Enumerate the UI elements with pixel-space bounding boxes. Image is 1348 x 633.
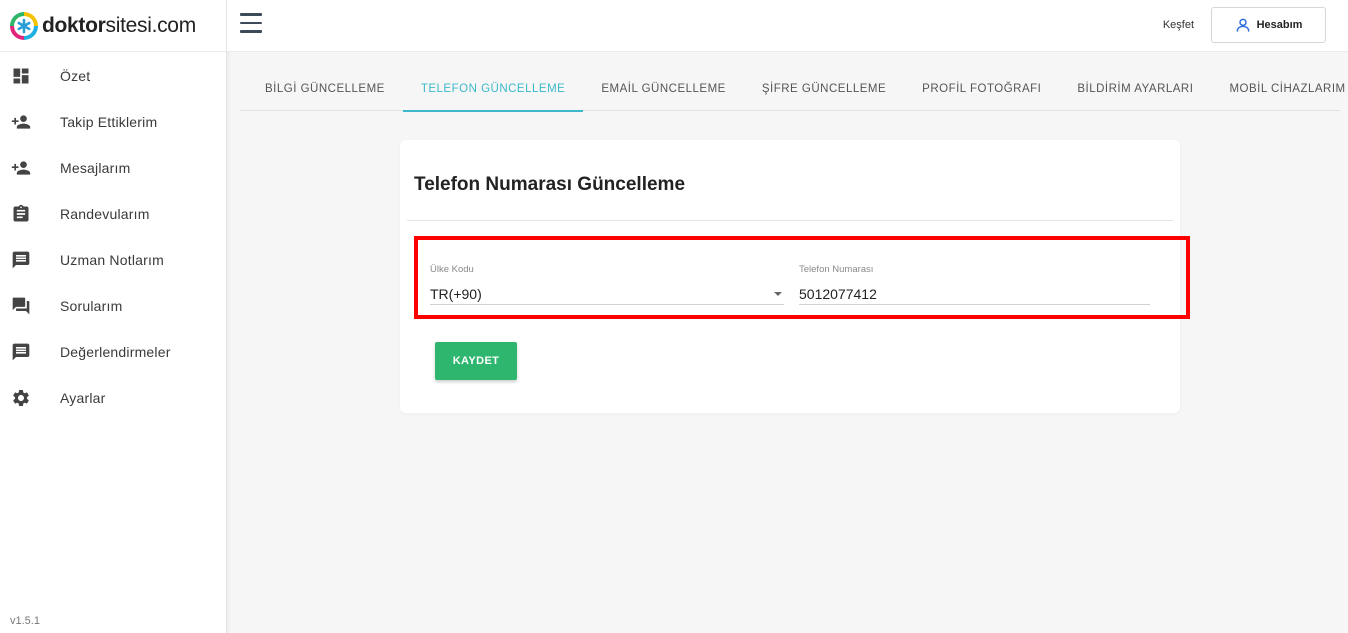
sidebar-item-takip-ettiklerim[interactable]: Takip Ettiklerim — [0, 99, 226, 145]
sidebar-item-label: Özet — [60, 68, 91, 84]
chevron-down-icon — [774, 291, 782, 296]
logo-text: doktorsitesi.com — [42, 13, 196, 37]
topbar: Keşfet Hesabım — [227, 0, 1348, 52]
phone-number-input[interactable]: 5012077412 — [799, 283, 1150, 305]
logo-mark-icon — [10, 11, 38, 40]
sidebar-item-label: Uzman Notlarım — [60, 252, 164, 268]
sidebar-item-randevularim[interactable]: Randevularım — [0, 191, 226, 237]
sidebar-item-sorularim[interactable]: Sorularım — [0, 283, 226, 329]
tab-profil-fotografi[interactable]: PROFİL FOTOĞRAFI — [904, 68, 1059, 111]
tab-bildirim-ayarlari[interactable]: BİLDİRİM AYARLARI — [1059, 68, 1211, 111]
divider — [407, 220, 1173, 221]
country-code-label: Ülke Kodu — [430, 264, 474, 275]
hamburger-menu-icon[interactable] — [240, 13, 262, 35]
phone-number-value: 5012077412 — [799, 285, 877, 302]
tab-email-guncelleme[interactable]: EMAİL GÜNCELLEME — [583, 68, 744, 111]
logo[interactable]: doktorsitesi.com — [0, 0, 226, 52]
settings-tabs: BİLGİ GÜNCELLEME TELEFON GÜNCELLEME EMAİ… — [240, 68, 1345, 112]
discover-link[interactable]: Keşfet — [1163, 19, 1194, 31]
tab-mobil-cihazlarim[interactable]: MOBİL CİHAZLARIM — [1211, 68, 1348, 111]
user-icon — [1236, 18, 1249, 32]
message-icon — [11, 250, 31, 270]
highlight-box: Ülke Kodu TR(+90) Telefon Numarası 50120… — [414, 236, 1190, 319]
sidebar: doktorsitesi.com Özet Takip Ettiklerim M… — [0, 0, 227, 633]
phone-number-label: Telefon Numarası — [799, 264, 874, 275]
country-code-select[interactable]: TR(+90) — [430, 283, 784, 305]
sidebar-nav: Özet Takip Ettiklerim Mesajlarım Randevu… — [0, 53, 226, 421]
sidebar-item-degerlendirmeler[interactable]: Değerlendirmeler — [0, 329, 226, 375]
forum-icon — [11, 296, 31, 316]
account-button[interactable]: Hesabım — [1211, 7, 1326, 43]
phone-number-field[interactable]: Telefon Numarası 5012077412 — [799, 264, 1150, 305]
sidebar-item-label: Değerlendirmeler — [60, 344, 171, 360]
tab-sifre-guncelleme[interactable]: ŞİFRE GÜNCELLEME — [744, 68, 904, 111]
version-label: v1.5.1 — [10, 615, 40, 627]
message-icon — [11, 342, 31, 362]
dashboard-icon — [11, 66, 31, 86]
tab-bilgi-guncelleme[interactable]: BİLGİ GÜNCELLEME — [240, 68, 403, 111]
country-code-field[interactable]: Ülke Kodu TR(+90) — [430, 264, 784, 305]
save-button[interactable]: KAYDET — [435, 342, 517, 380]
clipboard-icon — [11, 204, 31, 224]
tab-telefon-guncelleme[interactable]: TELEFON GÜNCELLEME — [402, 68, 584, 112]
sidebar-item-ozet[interactable]: Özet — [0, 53, 226, 99]
sidebar-item-label: Mesajlarım — [60, 160, 131, 176]
sidebar-item-mesajlarim[interactable]: Mesajlarım — [0, 145, 226, 191]
country-code-value: TR(+90) — [430, 285, 482, 302]
card-title: Telefon Numarası Güncelleme — [414, 174, 686, 195]
sidebar-item-label: Randevularım — [60, 206, 150, 222]
person-add-icon — [11, 158, 31, 178]
sidebar-item-uzman-notlarim[interactable]: Uzman Notlarım — [0, 237, 226, 283]
account-button-label: Hesabım — [1256, 19, 1303, 31]
person-add-icon — [11, 112, 31, 132]
sidebar-item-label: Ayarlar — [60, 390, 106, 406]
sidebar-item-label: Takip Ettiklerim — [60, 114, 158, 130]
phone-update-card: Telefon Numarası Güncelleme Ülke Kodu TR… — [400, 140, 1190, 413]
sidebar-item-label: Sorularım — [60, 298, 123, 314]
gear-icon — [11, 388, 31, 408]
sidebar-item-ayarlar[interactable]: Ayarlar — [0, 375, 226, 421]
